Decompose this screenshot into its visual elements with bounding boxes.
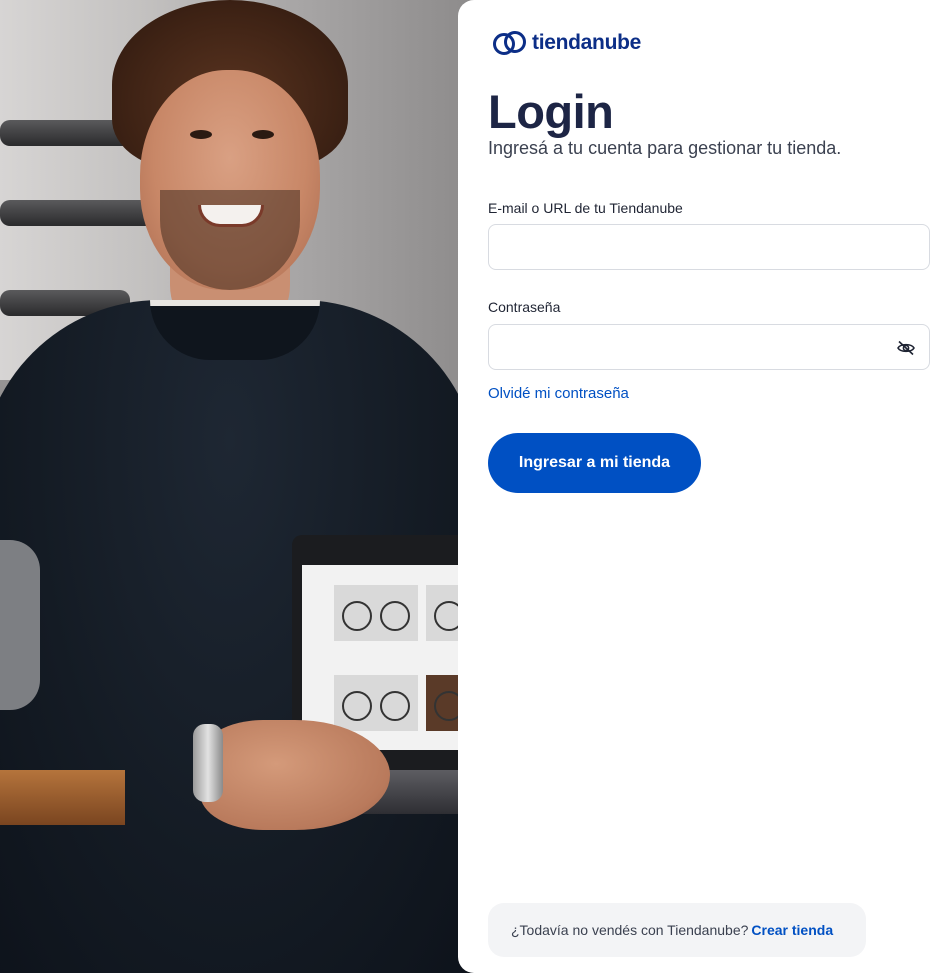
email-field-wrapper bbox=[488, 224, 930, 270]
hero-chair bbox=[0, 540, 40, 710]
hero-eye bbox=[190, 130, 212, 139]
login-submit-button[interactable]: Ingresar a mi tienda bbox=[488, 433, 701, 493]
email-field[interactable] bbox=[489, 225, 929, 269]
hero-laptop-screen bbox=[302, 565, 480, 750]
login-panel: tiendanube Login Ingresá a tu cuenta par… bbox=[458, 0, 945, 973]
hero-hand bbox=[200, 720, 390, 830]
bike-image bbox=[334, 675, 418, 731]
signup-prompt-box: ¿Todavía no vendés con Tiendanube? Crear… bbox=[488, 903, 866, 957]
hero-photo bbox=[0, 0, 480, 973]
signup-prompt-text: ¿Todavía no vendés con Tiendanube? bbox=[511, 922, 749, 938]
brand-logo[interactable]: tiendanube bbox=[492, 30, 641, 56]
forgot-password-link[interactable]: Olvidé mi contraseña bbox=[488, 385, 629, 402]
hero-eye bbox=[252, 130, 274, 139]
page-title: Login bbox=[488, 85, 614, 138]
password-field-wrapper bbox=[488, 324, 930, 370]
hero-shelf bbox=[0, 200, 160, 226]
password-label: Contraseña bbox=[488, 299, 561, 315]
create-store-link[interactable]: Crear tienda bbox=[751, 922, 833, 938]
brand-name: tiendanube bbox=[532, 31, 642, 54]
hero-wood-table bbox=[0, 770, 125, 825]
bike-image bbox=[334, 585, 418, 641]
cloud-logo-icon bbox=[493, 31, 526, 55]
email-label: E-mail o URL de tu Tiendanube bbox=[488, 200, 683, 216]
password-field[interactable] bbox=[489, 325, 929, 369]
eye-slash-icon[interactable] bbox=[896, 338, 916, 358]
page-subtitle: Ingresá a tu cuenta para gestionar tu ti… bbox=[488, 138, 842, 158]
hero-watch bbox=[193, 724, 223, 802]
